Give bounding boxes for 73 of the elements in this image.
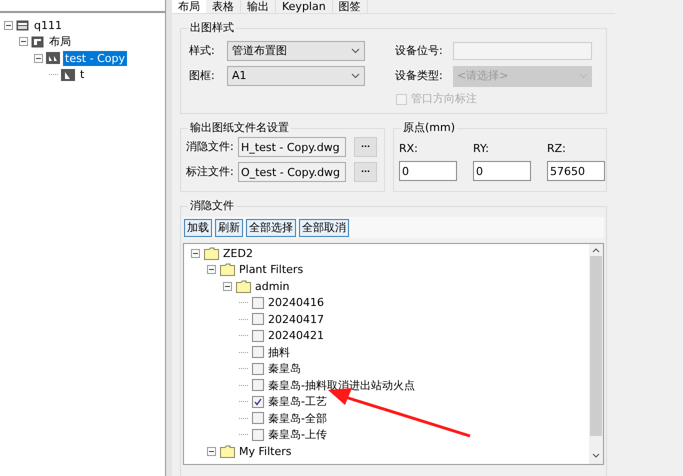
field-label: 图框: bbox=[189, 68, 216, 84]
tree-item[interactable]: 20240417 bbox=[268, 312, 324, 327]
caret-icon bbox=[351, 48, 360, 54]
folder-icon bbox=[204, 246, 219, 260]
collapse-icon[interactable] bbox=[34, 54, 43, 63]
field-label: 标注文件: bbox=[186, 164, 235, 180]
browse-button[interactable]: ··· bbox=[354, 162, 377, 182]
toolbar-button[interactable]: 刷新 bbox=[215, 218, 243, 236]
tree-item[interactable]: ZED2 bbox=[223, 246, 253, 261]
group-title: 原点(mm) bbox=[401, 120, 458, 135]
tree-item[interactable]: 抽料 bbox=[268, 344, 290, 360]
caret-icon bbox=[351, 73, 360, 79]
input-field[interactable]: O_test - Copy.dwg bbox=[238, 162, 346, 182]
drawing-icon bbox=[46, 52, 60, 64]
input-field[interactable]: 57650 bbox=[547, 161, 605, 181]
checkbox[interactable] bbox=[252, 396, 264, 408]
collapse-icon[interactable] bbox=[207, 265, 216, 274]
tree-item[interactable]: test - Copy bbox=[63, 50, 127, 66]
tree-item[interactable]: 布局 bbox=[47, 34, 73, 50]
checkmark-icon bbox=[254, 398, 262, 406]
tree-item[interactable]: 秦皇岛 bbox=[268, 361, 301, 376]
input-field[interactable]: 0 bbox=[473, 161, 531, 181]
field-label: RX: bbox=[399, 142, 419, 156]
input-field[interactable]: 0 bbox=[399, 161, 457, 181]
field-label: RY: bbox=[473, 142, 490, 156]
tree-item[interactable]: 20240416 bbox=[268, 295, 324, 310]
folder-icon bbox=[236, 280, 251, 293]
tree-item[interactable]: Plant Filters bbox=[239, 262, 304, 278]
tree-item[interactable]: 秦皇岛-全部 bbox=[268, 410, 327, 426]
collapse-icon[interactable] bbox=[191, 248, 200, 258]
folder-icon bbox=[16, 19, 29, 32]
tree-item[interactable]: My Filters bbox=[239, 444, 292, 459]
field-label: 消隐文件: bbox=[186, 138, 235, 155]
input-field[interactable]: H_test - Copy.dwg bbox=[238, 137, 346, 157]
layout-icon bbox=[31, 36, 44, 48]
toolbar-button[interactable]: 全部选择 bbox=[246, 218, 296, 236]
checkbox-label: 管口方向标注 bbox=[411, 91, 477, 107]
dropdown[interactable]: 管道布置图 bbox=[227, 41, 365, 61]
collapse-icon[interactable] bbox=[19, 37, 28, 46]
field-label: 样式: bbox=[189, 42, 216, 59]
scrollbar[interactable] bbox=[589, 244, 603, 464]
collapse-icon[interactable] bbox=[207, 446, 216, 456]
browse-button[interactable]: ··· bbox=[354, 137, 377, 157]
folder-icon bbox=[220, 444, 235, 458]
field-label: RZ: bbox=[547, 142, 567, 156]
checkbox[interactable] bbox=[252, 362, 264, 375]
toolbar-button[interactable]: 加载 bbox=[184, 218, 212, 236]
toolbar-button[interactable]: 全部取消 bbox=[299, 218, 349, 236]
dropdown[interactable]: A1 bbox=[227, 66, 365, 86]
checkbox[interactable] bbox=[252, 412, 264, 424]
tree-item[interactable]: admin bbox=[255, 278, 290, 294]
scrollbar-thumb[interactable] bbox=[590, 256, 602, 436]
field-label: 设备类型: bbox=[395, 68, 444, 84]
tree-item[interactable]: t bbox=[78, 67, 86, 82]
collapse-icon[interactable] bbox=[223, 282, 232, 291]
group-title: 出图样式 bbox=[188, 20, 236, 35]
tree-item[interactable]: 秦皇岛-工艺 bbox=[268, 394, 327, 410]
checkbox[interactable] bbox=[252, 296, 264, 309]
sheet-icon bbox=[61, 68, 75, 81]
folder-icon bbox=[220, 263, 235, 276]
checkbox[interactable] bbox=[252, 379, 264, 392]
tree-item[interactable]: 20240421 bbox=[268, 328, 324, 344]
field-label: 设备位号: bbox=[395, 42, 444, 59]
tree-item[interactable]: q111 bbox=[32, 18, 64, 33]
checkbox[interactable] bbox=[252, 313, 264, 326]
tab[interactable]: 布局 bbox=[172, 0, 206, 13]
group-title: 消隐文件 bbox=[188, 198, 236, 213]
tree-item[interactable]: 秦皇岛-上传 bbox=[268, 427, 327, 442]
checkbox[interactable] bbox=[252, 330, 264, 342]
checkbox[interactable] bbox=[252, 346, 264, 358]
collapse-icon[interactable] bbox=[4, 20, 13, 30]
checkbox[interactable] bbox=[252, 428, 264, 441]
group-title: 输出图纸文件名设置 bbox=[188, 120, 291, 135]
